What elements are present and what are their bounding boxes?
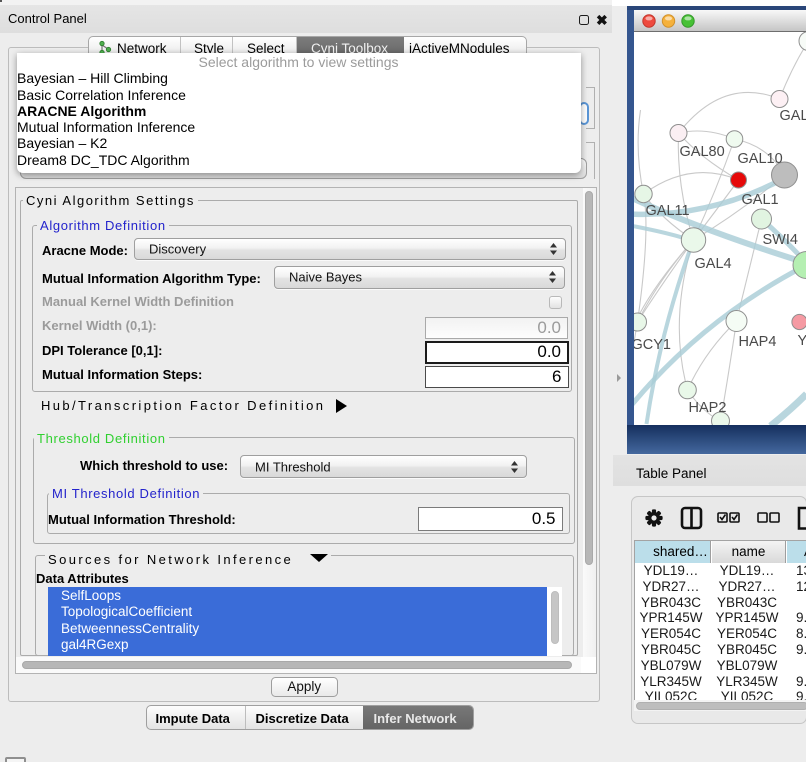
svg-text:SWI4: SWI4 [762, 232, 797, 248]
svg-text:GAL11: GAL11 [645, 203, 689, 219]
svg-text:GAL1: GAL1 [741, 192, 778, 208]
svg-text:GAL80: GAL80 [679, 144, 724, 160]
svg-text:HAP4: HAP4 [738, 334, 776, 350]
svg-text:GAL4: GAL4 [694, 256, 731, 272]
svg-text:Y: Y [797, 333, 806, 349]
svg-text:GCY1: GCY1 [634, 337, 671, 353]
svg-text:GAL2: GAL2 [779, 108, 806, 124]
svg-text:GAL10: GAL10 [737, 151, 782, 167]
svg-text:HAP2: HAP2 [688, 400, 726, 416]
